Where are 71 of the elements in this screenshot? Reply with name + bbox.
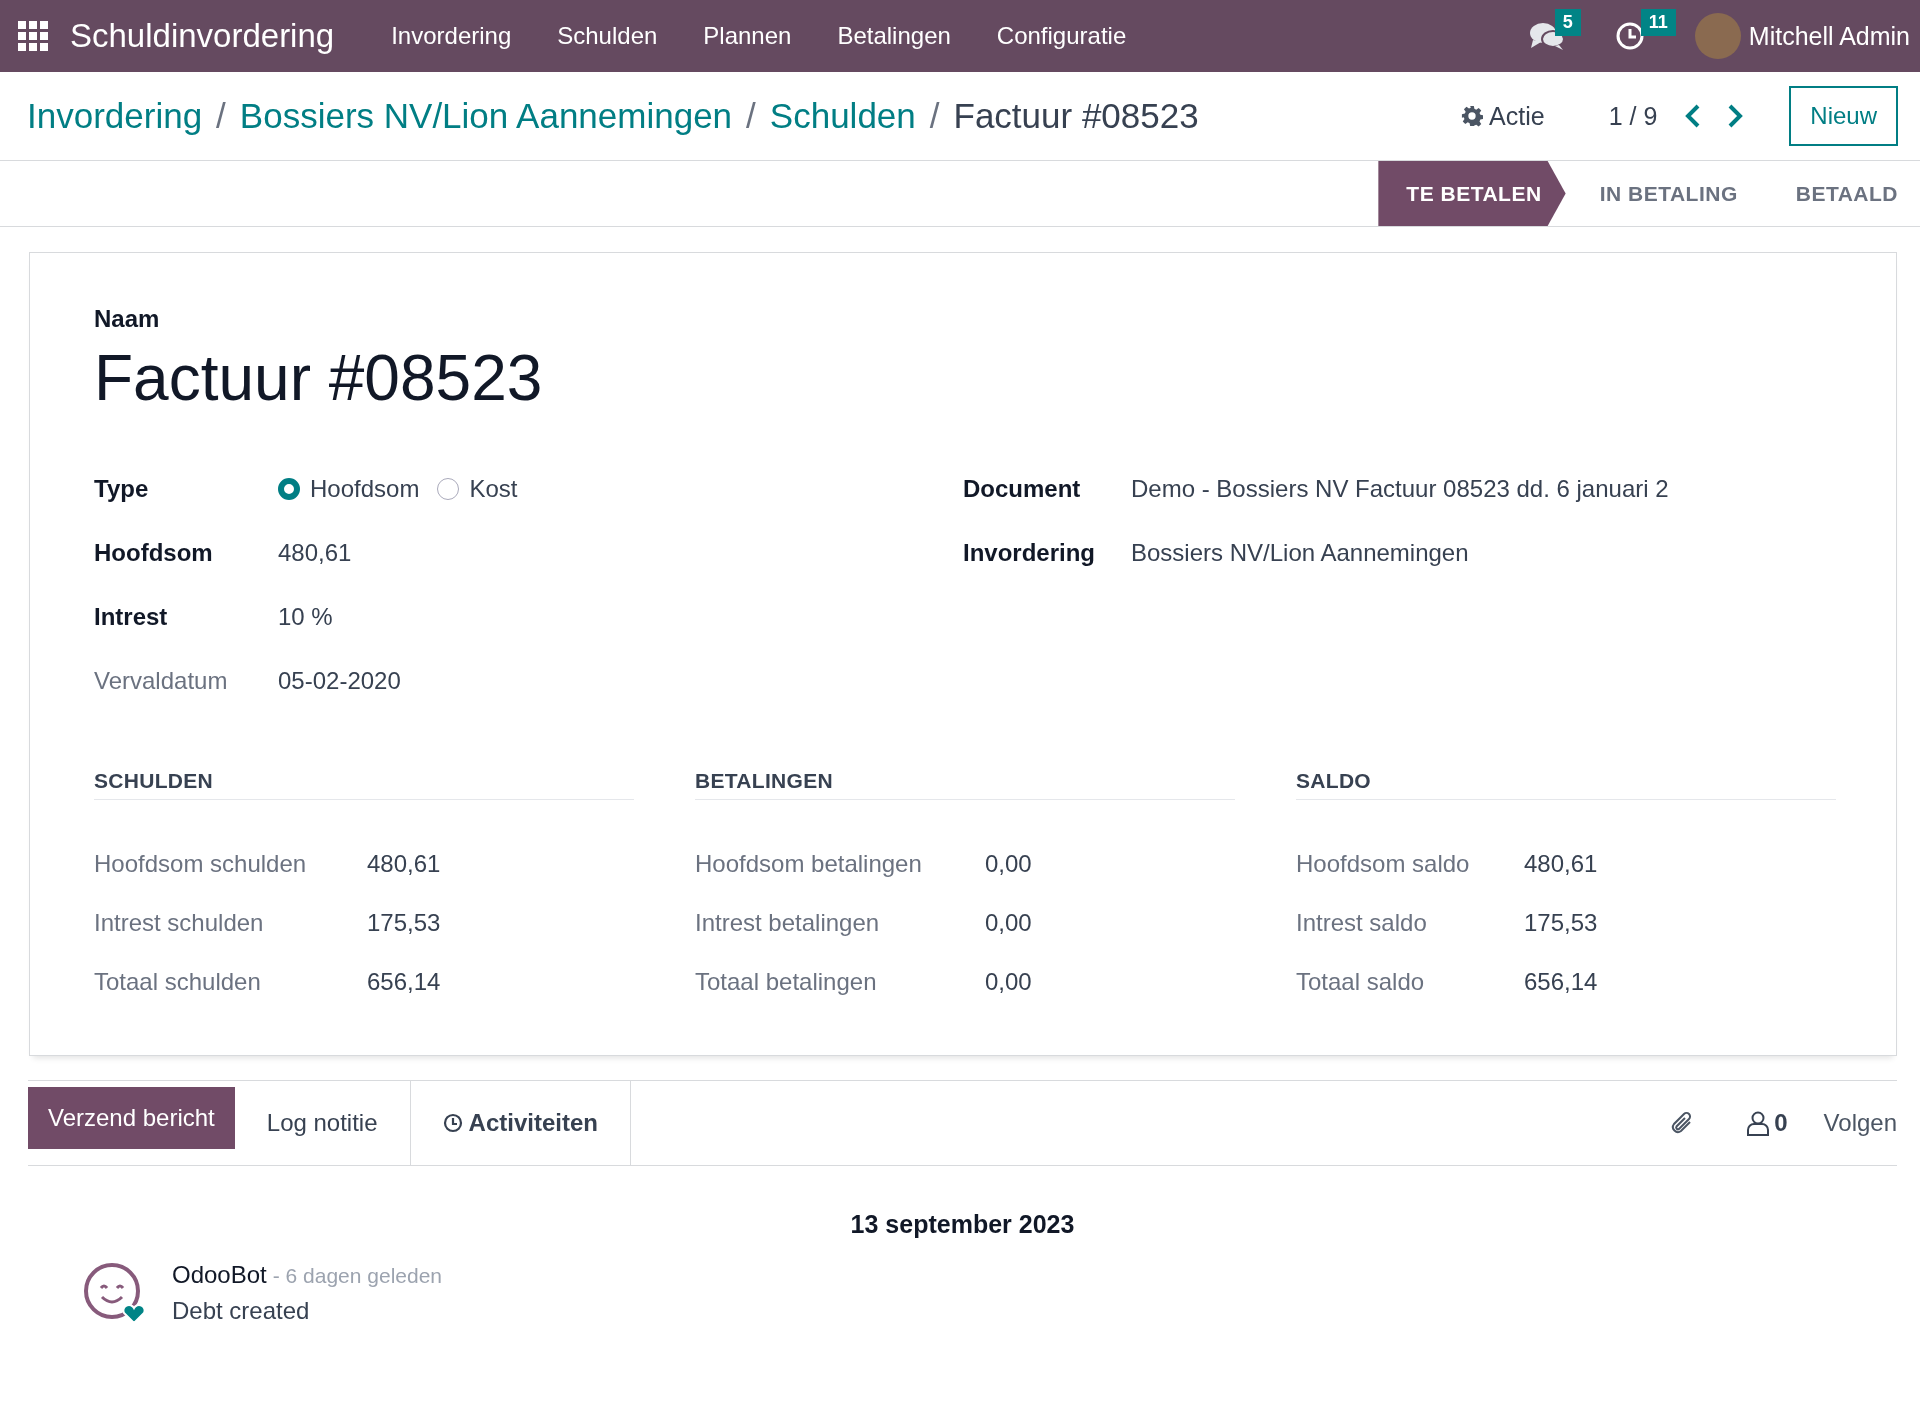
person-icon (1746, 1110, 1771, 1136)
breadcrumb-link[interactable]: Schulden (769, 96, 916, 136)
field-label: Totaal saldo (1296, 967, 1426, 996)
clock-icon (442, 1113, 463, 1133)
field-label: Vervaldatum (94, 667, 229, 695)
message-body: Debt created (172, 1297, 311, 1325)
field-label: Invordering (963, 539, 1096, 567)
group-heading: SALDO (1296, 769, 1836, 800)
field-value: 0,00 (985, 849, 1032, 878)
action-button[interactable]: Actie (1455, 100, 1551, 132)
field-value: 0,00 (985, 908, 1032, 937)
date-separator: 13 september 2023 (849, 1210, 1076, 1239)
name-label: Naam (94, 305, 161, 333)
field-label: Intrest schulden (94, 908, 265, 937)
breadcrumb-link[interactable]: Invordering (27, 96, 203, 136)
field-value: 480,61 (278, 539, 352, 567)
field-label: Totaal schulden (94, 967, 262, 996)
breadcrumb-separator: / (746, 96, 756, 136)
field-value: 0,00 (985, 967, 1032, 996)
breadcrumb-current: Factuur #08523 (953, 96, 1199, 136)
field-label: Intrest (94, 603, 169, 631)
log-note-button[interactable]: Log notitie (234, 1109, 410, 1137)
group-heading: BETALINGEN (695, 769, 1235, 800)
radio-option[interactable]: Hoofdsom (278, 475, 420, 503)
menu-item[interactable]: Configuratie (996, 22, 1127, 50)
field-value: 175,53 (1524, 908, 1598, 937)
user-name[interactable]: Mitchell Admin (1748, 21, 1910, 51)
new-button[interactable]: Nieuw (1789, 86, 1898, 146)
field-label: Hoofdsom betalingen (695, 849, 923, 878)
radio-option[interactable]: Kost (437, 475, 518, 503)
send-message-button[interactable]: Verzend bericht (28, 1087, 235, 1149)
field-label: Hoofdsom saldo (1296, 849, 1471, 878)
menu-item[interactable]: Betalingen (837, 22, 951, 50)
followers-button[interactable]: 0 (1740, 1108, 1794, 1138)
clock-icon[interactable] (1614, 21, 1645, 51)
field-label: Intrest betalingen (695, 908, 881, 937)
status-stage[interactable]: TE BETALEN (1378, 161, 1566, 226)
gear-icon (1461, 105, 1484, 127)
activities-button[interactable]: Activiteiten (409, 1081, 631, 1165)
field-value: Bossiers NV/Lion Aannemingen (1131, 539, 1469, 567)
apps-grid-icon[interactable] (18, 21, 48, 51)
app-name[interactable]: Schuldinvordering (70, 17, 335, 55)
follow-button[interactable]: Volgen (1823, 1109, 1897, 1137)
menu-item[interactable]: Invordering (391, 22, 512, 50)
bot-avatar-icon (82, 1261, 146, 1325)
breadcrumb-separator: / (929, 96, 940, 136)
field-value: 05-02-2020 (278, 667, 401, 695)
field-value: 656,14 (1524, 967, 1598, 996)
breadcrumb-separator: / (216, 96, 226, 136)
field-value: 480,61 (367, 849, 441, 878)
field-label: Intrest saldo (1296, 908, 1428, 937)
field-value: 480,61 (1524, 849, 1598, 878)
record-name: Factuur #08523 (94, 341, 544, 415)
field-label: Document (963, 475, 1082, 503)
menu-item[interactable]: Plannen (703, 22, 792, 50)
message-author: OdooBot (172, 1261, 267, 1288)
menu-item[interactable]: Schulden (557, 22, 658, 50)
field-label: Hoofdsom (94, 539, 214, 567)
field-value: 10 % (278, 603, 333, 631)
group-heading: SCHULDEN (94, 769, 634, 800)
breadcrumb-link[interactable]: Bossiers NV/Lion Aannemingen (239, 96, 733, 136)
field-label: Type (94, 475, 150, 503)
message-time: - 6 dagen geleden (272, 1264, 443, 1287)
field-label: Hoofdsom schulden (94, 849, 308, 878)
field-value: 656,14 (367, 967, 441, 996)
field-label: Totaal betalingen (695, 967, 878, 996)
message-count-badge: 5 (1554, 9, 1581, 36)
pager-counter: 1 / 9 (1608, 101, 1658, 131)
activity-count-badge: 11 (1640, 9, 1676, 36)
field-value: Demo - Bossiers NV Factuur 08523 dd. 6 januari 2 (1131, 475, 1669, 503)
field-value: 175,53 (367, 908, 441, 937)
